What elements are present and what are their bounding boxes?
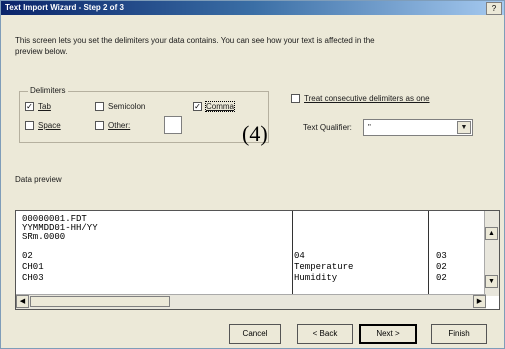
next-button[interactable]: Next > bbox=[359, 324, 417, 344]
preview-cell: 02 bbox=[22, 251, 33, 261]
semicolon-label: Semicolon bbox=[108, 102, 146, 111]
space-label: Space bbox=[38, 121, 61, 130]
other-label: Other: bbox=[108, 121, 131, 130]
step-annotation: (4) bbox=[242, 121, 268, 146]
text-qualifier-select[interactable]: " ▼ bbox=[363, 119, 473, 136]
consecutive-check-box[interactable] bbox=[291, 94, 300, 103]
scroll-left-icon[interactable]: ◀ bbox=[16, 295, 29, 308]
scroll-down-icon[interactable]: ▼ bbox=[485, 275, 498, 288]
preview-cell: CH03 bbox=[22, 273, 44, 283]
text-qualifier-value: " bbox=[368, 123, 371, 132]
preview-cell: 02 bbox=[436, 262, 447, 272]
tab-label: Tab bbox=[38, 102, 51, 111]
consecutive-delimiters-checkbox[interactable]: Treat consecutive delimiters as one bbox=[291, 94, 430, 103]
title-bar[interactable]: Text Import Wizard - Step 2 of 3 ? bbox=[1, 1, 504, 15]
step-description: This screen lets you set the delimiters … bbox=[15, 36, 375, 56]
comma-checkbox[interactable]: ✓ Comma bbox=[193, 101, 236, 112]
tab-checkbox[interactable]: ✓ Tab bbox=[25, 102, 51, 111]
preview-cell: 02 bbox=[436, 273, 447, 283]
preview-cell: Temperature bbox=[294, 262, 354, 272]
comma-check-box[interactable]: ✓ bbox=[193, 102, 202, 111]
tab-check-box[interactable]: ✓ bbox=[25, 102, 34, 111]
space-checkbox[interactable]: Space bbox=[25, 121, 61, 130]
semicolon-checkbox[interactable]: Semicolon bbox=[95, 102, 145, 111]
finish-button[interactable]: Finish bbox=[431, 324, 487, 344]
preview-cell: 03 bbox=[436, 251, 447, 261]
other-delimiter-input[interactable] bbox=[164, 116, 182, 134]
scroll-right-icon[interactable]: ▶ bbox=[473, 295, 486, 308]
chevron-down-icon[interactable]: ▼ bbox=[457, 121, 471, 134]
scroll-up-icon[interactable]: ▲ bbox=[485, 227, 498, 240]
back-button[interactable]: < Back bbox=[297, 324, 353, 344]
delimiters-legend: Delimiters bbox=[28, 86, 68, 95]
preview-row: YYMMDD01-HH/YY bbox=[22, 224, 492, 233]
comma-label: Comma bbox=[204, 101, 236, 112]
preview-row: CH01 Temperature 02 bbox=[22, 263, 492, 272]
other-check-box[interactable] bbox=[95, 121, 104, 130]
delimiters-group: Delimiters bbox=[19, 86, 269, 143]
data-preview-pane[interactable]: 00000001.FDT YYMMDD01-HH/YY SRm.0000 02 … bbox=[15, 210, 500, 310]
preview-cell: 04 bbox=[294, 251, 305, 261]
preview-row: SRm.0000 bbox=[22, 233, 492, 242]
preview-row: 02 04 03 bbox=[22, 252, 492, 261]
vertical-scrollbar[interactable]: ▲ ▼ bbox=[484, 211, 499, 296]
help-icon[interactable]: ? bbox=[486, 2, 502, 15]
other-checkbox[interactable]: Other: bbox=[95, 121, 130, 130]
preview-cell: CH01 bbox=[22, 262, 44, 272]
preview-cell: SRm.0000 bbox=[22, 232, 66, 242]
semicolon-check-box[interactable] bbox=[95, 102, 104, 111]
text-import-wizard-dialog: Text Import Wizard - Step 2 of 3 ? This … bbox=[0, 0, 505, 349]
data-preview-label: Data preview bbox=[15, 175, 62, 184]
text-qualifier-label: Text Qualifier: bbox=[303, 123, 352, 132]
cancel-button[interactable]: Cancel bbox=[229, 324, 281, 344]
preview-row: CH03 Humidity 02 bbox=[22, 274, 492, 283]
horizontal-scroll-thumb[interactable] bbox=[30, 296, 170, 307]
preview-cell: Humidity bbox=[294, 273, 338, 283]
window-title: Text Import Wizard - Step 2 of 3 bbox=[5, 3, 124, 12]
horizontal-scrollbar[interactable]: ◀ ▶ bbox=[16, 294, 486, 309]
space-check-box[interactable] bbox=[25, 121, 34, 130]
consecutive-label: Treat consecutive delimiters as one bbox=[304, 94, 430, 103]
